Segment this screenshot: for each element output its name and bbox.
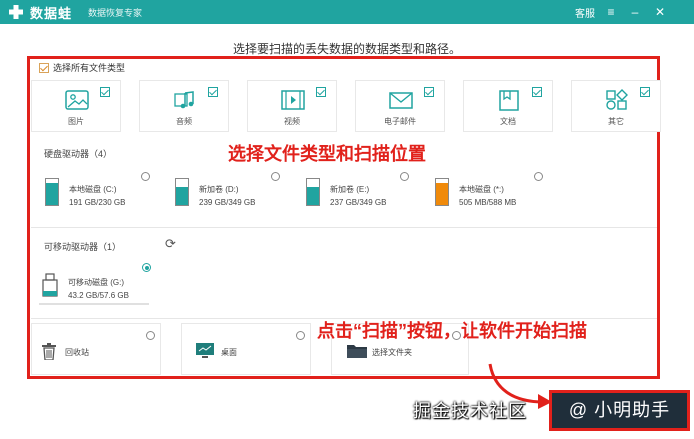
- drive-g[interactable]: 可移动磁盘 (G:) 43.2 GB/57.6 GB: [39, 263, 151, 305]
- drive-e[interactable]: 新加卷 (E:) 237 GB/349 GB: [306, 172, 426, 212]
- music-icon: [174, 91, 194, 109]
- filetype-label: 文档: [500, 117, 516, 126]
- other-icon: [606, 89, 628, 110]
- filetype-checkbox[interactable]: [100, 87, 110, 97]
- drive-name: 本地磁盘 (*:): [459, 185, 504, 194]
- app-logo-icon: [9, 5, 23, 19]
- mail-icon: [389, 92, 413, 109]
- drive-d[interactable]: 新加卷 (D:) 239 GB/349 GB: [175, 172, 295, 212]
- filetype-label: 音频: [176, 117, 192, 126]
- drive-icon: [435, 178, 449, 206]
- filetype-card-audio[interactable]: 音频: [139, 80, 229, 132]
- drive-size: 239 GB/349 GB: [199, 198, 256, 207]
- minimize-icon[interactable]: –: [627, 4, 643, 20]
- title-bar: 数据蛙 数据恢复专家 客服 ≡ – ✕: [0, 0, 694, 24]
- location-radio[interactable]: [146, 331, 155, 340]
- divider: [31, 227, 657, 228]
- image-icon: [65, 90, 89, 110]
- drive-radio[interactable]: [141, 172, 150, 181]
- checkbox-icon: [39, 63, 49, 73]
- location-label: 回收站: [65, 348, 89, 357]
- filetype-checkbox[interactable]: [640, 87, 650, 97]
- location-desktop[interactable]: 桌面: [181, 323, 311, 375]
- filetype-label: 视频: [284, 117, 300, 126]
- removable-title: 可移动驱动器（1）: [44, 242, 122, 252]
- watermark-right: @ 小明助手: [549, 390, 690, 431]
- hamburger-icon[interactable]: ≡: [603, 4, 619, 20]
- support-link[interactable]: 客服: [575, 5, 595, 20]
- filetype-checkbox[interactable]: [208, 87, 218, 97]
- drive-icon: [45, 178, 59, 206]
- annotation-choose: 选择文件类型和扫描位置: [228, 144, 426, 164]
- filetype-checkbox[interactable]: [532, 87, 542, 97]
- filetype-card-video[interactable]: 视频: [247, 80, 337, 132]
- document-icon: [499, 90, 519, 111]
- drive-radio[interactable]: [400, 172, 409, 181]
- filetype-card-email[interactable]: 电子邮件: [355, 80, 445, 132]
- app-subtitle: 数据恢复专家: [88, 8, 143, 18]
- location-radio[interactable]: [296, 331, 305, 340]
- desktop-icon: [196, 343, 214, 358]
- filetype-card-documents[interactable]: 文档: [463, 80, 553, 132]
- location-label: 选择文件夹: [372, 348, 412, 357]
- close-icon[interactable]: ✕: [652, 4, 668, 20]
- filetype-checkbox[interactable]: [316, 87, 326, 97]
- app-name: 数据蛙: [30, 6, 73, 21]
- drive-radio[interactable]: [271, 172, 280, 181]
- drive-size: 505 MB/588 MB: [459, 198, 517, 207]
- filetype-checkbox[interactable]: [424, 87, 434, 97]
- drive-icon: [306, 178, 320, 206]
- drive-usage-bar: [39, 303, 149, 305]
- drive-size: 237 GB/349 GB: [330, 198, 387, 207]
- filetype-label: 图片: [68, 117, 84, 126]
- location-recycle-bin[interactable]: 回收站: [31, 323, 161, 375]
- filetype-card-other[interactable]: 其它: [571, 80, 661, 132]
- select-all-label: 选择所有文件类型: [53, 63, 126, 73]
- usb-drive-icon: [42, 273, 58, 297]
- drive-size: 191 GB/230 GB: [69, 198, 126, 207]
- drive-name: 本地磁盘 (C:): [69, 185, 117, 194]
- annotation-scan: 点击“扫描”按钮，让软件开始扫描: [317, 321, 587, 341]
- filetype-label: 电子邮件: [384, 117, 416, 126]
- drive-radio[interactable]: [534, 172, 543, 181]
- video-icon: [281, 90, 305, 110]
- folder-icon: [347, 345, 367, 358]
- trash-icon: [42, 343, 56, 360]
- filetype-card-images[interactable]: 图片: [31, 80, 121, 132]
- drive-star[interactable]: 本地磁盘 (*:) 505 MB/588 MB: [435, 172, 555, 212]
- drive-name: 新加卷 (D:): [199, 185, 239, 194]
- drive-icon: [175, 178, 189, 206]
- drive-name: 新加卷 (E:): [330, 185, 370, 194]
- drive-c[interactable]: 本地磁盘 (C:) 191 GB/230 GB: [45, 172, 165, 212]
- select-all-checkbox[interactable]: 选择所有文件类型: [39, 61, 125, 74]
- drive-name: 可移动磁盘 (G:): [68, 278, 124, 287]
- location-label: 桌面: [221, 348, 237, 357]
- hard-drives-title: 硬盘驱动器（4）: [44, 149, 113, 159]
- page-prompt: 选择要扫描的丢失数据的数据类型和路径。: [232, 42, 461, 56]
- refresh-icon[interactable]: ⟳: [165, 236, 176, 252]
- drive-size: 43.2 GB/57.6 GB: [68, 291, 129, 300]
- watermark-left: 掘金技术社区: [413, 401, 527, 421]
- drive-radio[interactable]: [142, 263, 151, 272]
- filetype-label: 其它: [608, 117, 624, 126]
